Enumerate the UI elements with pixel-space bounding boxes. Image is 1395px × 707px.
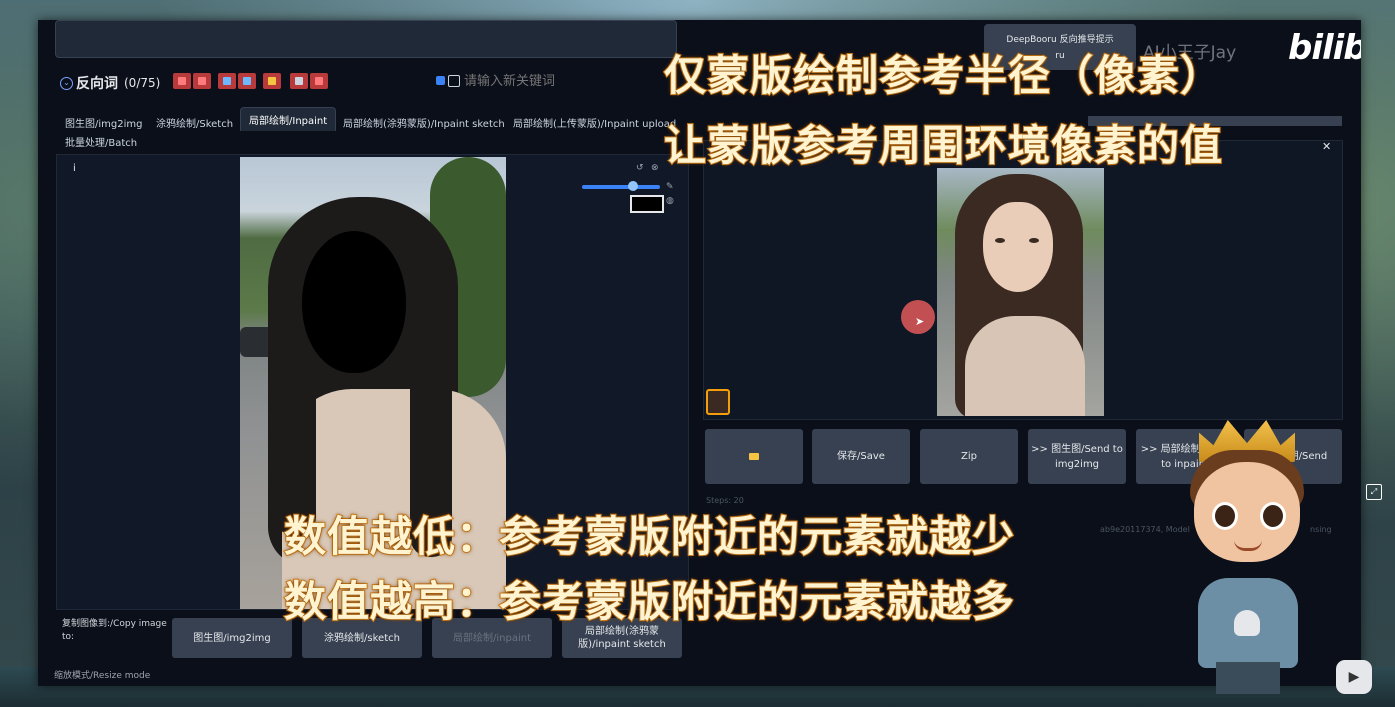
tab-inpaint-upload[interactable]: 局部绘制(上传蒙版)/Inpaint upload (513, 115, 676, 130)
brush-color-swatch[interactable] (630, 195, 664, 213)
caption-high-value: 数值越高：参考蒙版附近的元素就越多 (283, 576, 1016, 627)
brush-size-handle[interactable] (628, 181, 638, 191)
tab-img2img[interactable]: 图生图/img2img (65, 115, 142, 130)
generated-image[interactable] (937, 168, 1104, 416)
output-face (983, 202, 1053, 292)
send-to-img2img-button[interactable]: >> 图生图/Send to img2img (1028, 429, 1126, 484)
gallery-thumbnail[interactable] (706, 389, 730, 415)
tab-inpaint-sketch[interactable]: 局部绘制(涂鸦蒙版)/Inpaint sketch (343, 115, 505, 130)
open-folder-button[interactable] (705, 429, 803, 484)
output-body (965, 316, 1085, 416)
output-eye-left (995, 238, 1005, 243)
bilibili-logo: bilibili (1288, 28, 1361, 68)
mascot-legs (1216, 662, 1280, 694)
chevron-down-icon[interactable]: ⌄ (60, 76, 73, 90)
history-button[interactable] (290, 73, 308, 89)
folder-icon (749, 453, 759, 460)
mascot-shirt-logo (1234, 610, 1260, 636)
negative-prompt-header[interactable]: ⌄ 反向词 (0/75) (60, 72, 160, 94)
palette-icon[interactable]: ◍ (666, 196, 674, 206)
trash-icon (178, 77, 186, 85)
canvas-info-icon[interactable]: i (73, 163, 76, 174)
remove-button[interactable] (310, 73, 328, 89)
copy-icon (223, 77, 231, 85)
keyword-input[interactable] (462, 70, 676, 92)
tab-sketch[interactable]: 涂鸦绘制/Sketch (156, 115, 233, 130)
output-eye-right (1029, 238, 1039, 243)
resize-mode-label: 缩放模式/Resize mode (54, 671, 151, 681)
close-icon (315, 77, 323, 85)
clear-canvas-icon[interactable]: ⊗ (651, 163, 659, 173)
copy-to-img2img-button[interactable]: 图生图/img2img (172, 618, 292, 658)
paste-icon (243, 77, 251, 85)
caption-title: 仅蒙版绘制参考半径（像素） (663, 50, 1224, 101)
save-button[interactable]: 保存/Save (812, 429, 910, 484)
paste-button[interactable] (238, 73, 256, 89)
folder-icon (268, 77, 276, 85)
caption-low-value: 数值越低：参考蒙版附近的元素就越少 (283, 511, 1016, 562)
copy-image-label: 复制图像到:/Copy image to: (62, 619, 167, 642)
mascot-eye-right (1260, 502, 1286, 530)
zip-button[interactable]: Zip (920, 429, 1018, 484)
undo-icon[interactable]: ↺ (636, 163, 644, 173)
fullscreen-icon[interactable]: ⤢ (1366, 484, 1382, 500)
brush-icon[interactable]: ✎ (666, 182, 674, 192)
mouse-pointer-icon: ➤ (915, 315, 925, 328)
tab-batch[interactable]: 批量处理/Batch (65, 134, 137, 149)
delete-button[interactable] (193, 73, 211, 89)
token-count: (0/75) (124, 76, 161, 90)
trash-icon (198, 77, 206, 85)
keyword-checkbox[interactable] (436, 76, 445, 85)
keyword-toggle-box[interactable] (448, 75, 460, 87)
prompt-area-top[interactable] (55, 20, 677, 58)
mascot-eye-left (1212, 502, 1238, 530)
style-button[interactable] (263, 73, 281, 89)
history-icon (295, 77, 303, 85)
tab-inpaint[interactable]: 局部绘制/Inpaint (240, 107, 337, 131)
clear-button[interactable] (173, 73, 191, 89)
copy-button[interactable] (218, 73, 236, 89)
close-icon[interactable]: ✕ (1322, 140, 1331, 153)
negative-prompt-title: 反向词 (76, 76, 118, 92)
inpaint-mask (302, 231, 406, 373)
play-icon[interactable]: ▶ (1336, 660, 1372, 694)
caption-subtitle: 让蒙版参考周围环境像素的值 (663, 120, 1224, 171)
mascot-character (1172, 410, 1322, 695)
brush-size-slider[interactable] (582, 185, 660, 189)
